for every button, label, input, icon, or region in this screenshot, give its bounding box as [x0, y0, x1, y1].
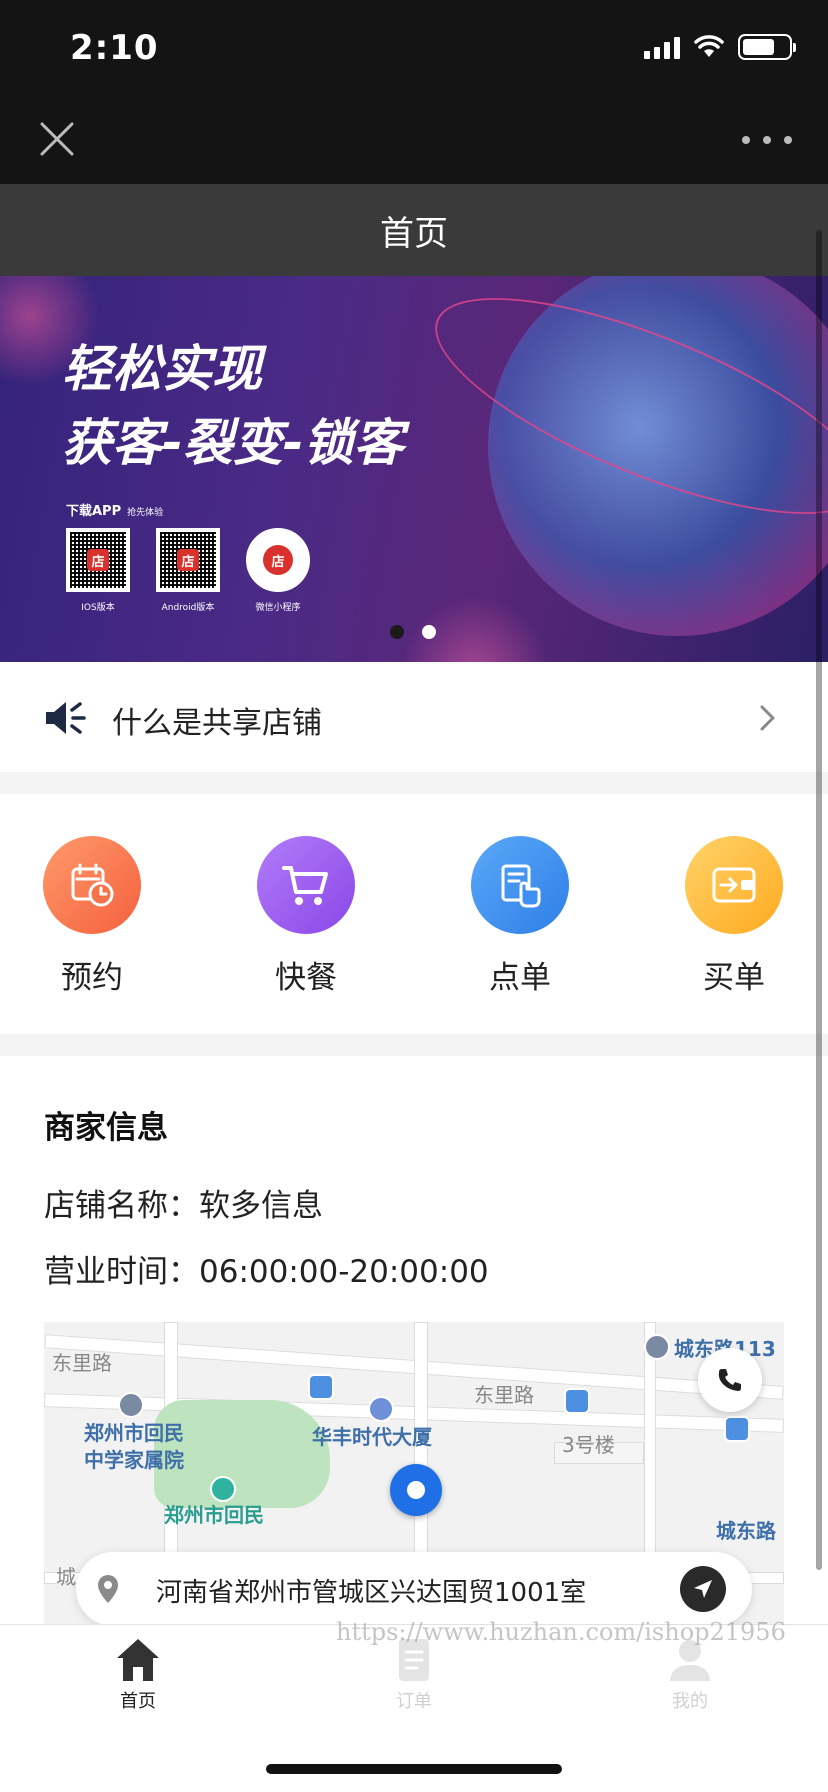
map-label-road: 东里路 — [474, 1383, 534, 1407]
phone-icon — [718, 1369, 741, 1391]
navigate-button[interactable] — [680, 1566, 726, 1612]
map-label-poi: 郑州市回民 — [164, 1503, 264, 1527]
tab-label: 订单 — [396, 1691, 432, 1712]
map-label-poi: 华丰时代大厦 — [312, 1425, 432, 1449]
map-label-road: 城 — [56, 1565, 76, 1589]
quick-action-label: 点单 — [489, 960, 551, 996]
page-header: 首页 — [0, 184, 828, 276]
quick-action-fastfood[interactable]: 快餐 — [246, 836, 366, 997]
qr-label: 微信小程序 — [255, 603, 301, 613]
call-button[interactable] — [698, 1348, 762, 1412]
quick-actions: 预约 快餐 点单 买单 — [0, 794, 828, 1034]
shared-shop-notice[interactable]: 什么是共享店铺 — [0, 662, 828, 772]
tab-orders[interactable]: 订单 — [334, 1635, 494, 1713]
location-pin-icon — [98, 1575, 118, 1603]
qr-code-ios: 店 IOS版本 — [66, 528, 130, 613]
quick-action-label: 预约 — [61, 960, 123, 996]
carousel-dot[interactable] — [390, 625, 404, 639]
tab-profile[interactable]: 我的 — [610, 1635, 770, 1713]
home-icon — [117, 1639, 159, 1681]
merchant-info: 商家信息 店铺名称：软多信息 营业时间：06:00:00-20:00:00 东里… — [0, 1056, 828, 1624]
promo-banner[interactable]: 轻松实现 获客-裂变-锁客 下载APP 抢先体验 店 IOS版本 店 Androi… — [0, 276, 828, 662]
banner-headline: 轻松实现 获客-裂变-锁客 — [62, 332, 404, 480]
notice-label: 什么是共享店铺 — [112, 706, 322, 741]
speaker-icon — [46, 702, 86, 734]
banner-headline-line2: 获客-裂变-锁客 — [62, 414, 404, 472]
more-options-button[interactable] — [742, 122, 792, 158]
scrollbar[interactable] — [816, 230, 822, 1570]
chevron-right-icon — [760, 705, 775, 731]
mini-program-nav — [0, 100, 828, 184]
shop-logo-icon: 店 — [177, 549, 199, 571]
battery-icon — [738, 34, 796, 60]
qr-code-row: 店 IOS版本 店 Android版本 店 微信小程序 — [66, 528, 310, 613]
cart-icon — [257, 836, 355, 934]
status-bar: 2:10 — [0, 0, 828, 100]
building-icon — [118, 1392, 144, 1418]
building-icon — [368, 1396, 394, 1422]
merchant-title: 商家信息 — [44, 1110, 168, 1146]
map-label-road: 城东路 — [716, 1519, 776, 1543]
shop-logo-icon: 店 — [263, 545, 293, 575]
status-time: 2:10 — [70, 28, 159, 68]
quick-action-pay[interactable]: 买单 — [674, 836, 794, 997]
address-text: 河南省郑州市管城区兴达国贸1001室 — [156, 1578, 587, 1608]
quick-action-reserve[interactable]: 预约 — [32, 836, 152, 997]
qr-code-wechat: 店 微信小程序 — [246, 528, 310, 613]
home-indicator — [266, 1764, 562, 1774]
download-label: 下载APP — [66, 504, 122, 519]
banner-download-label: 下载APP 抢先体验 — [66, 500, 163, 519]
quick-action-order[interactable]: 点单 — [460, 836, 580, 997]
address-bar[interactable]: 河南省郑州市管城区兴达国贸1001室 — [76, 1552, 752, 1626]
merchant-hours: 营业时间：06:00:00-20:00:00 — [44, 1254, 489, 1290]
bus-stop-icon — [564, 1388, 590, 1414]
page-title: 首页 — [380, 213, 448, 254]
map-label-road: 东里路 — [52, 1351, 112, 1375]
qr-code-android: 店 Android版本 — [156, 528, 220, 613]
close-icon[interactable] — [36, 118, 78, 160]
map-label-poi: 郑州市回民 中学家属院 — [84, 1421, 184, 1472]
order-hand-icon — [471, 836, 569, 934]
quick-action-label: 买单 — [703, 960, 765, 996]
calendar-clock-icon — [43, 836, 141, 934]
qr-label: Android版本 — [161, 603, 215, 613]
bus-stop-icon — [724, 1416, 750, 1442]
book-icon — [210, 1476, 236, 1502]
quick-action-label: 快餐 — [275, 960, 337, 996]
download-sub: 抢先体验 — [127, 508, 164, 518]
carousel-indicator — [390, 625, 436, 639]
tab-label: 首页 — [120, 1691, 156, 1712]
map-label-building: 3号楼 — [562, 1433, 615, 1457]
cellular-signal-icon — [644, 35, 680, 59]
tab-label: 我的 — [672, 1691, 708, 1712]
merchant-name: 店铺名称：软多信息 — [44, 1188, 323, 1224]
wallet-icon — [685, 836, 783, 934]
bus-stop-icon — [308, 1374, 334, 1400]
tab-home[interactable]: 首页 — [58, 1635, 218, 1713]
qr-label: IOS版本 — [81, 603, 115, 613]
status-icons — [644, 34, 796, 60]
carousel-dot-active[interactable] — [422, 625, 436, 639]
shop-logo-icon: 店 — [87, 549, 109, 571]
banner-headline-line1: 轻松实现 — [62, 340, 262, 398]
navigation-arrow-icon — [694, 1580, 712, 1598]
building-icon — [644, 1334, 670, 1360]
watermark-text: https://www.huzhan.com/ishop21956 — [336, 1618, 786, 1646]
wifi-icon — [694, 35, 724, 57]
location-marker-icon — [390, 1464, 442, 1516]
